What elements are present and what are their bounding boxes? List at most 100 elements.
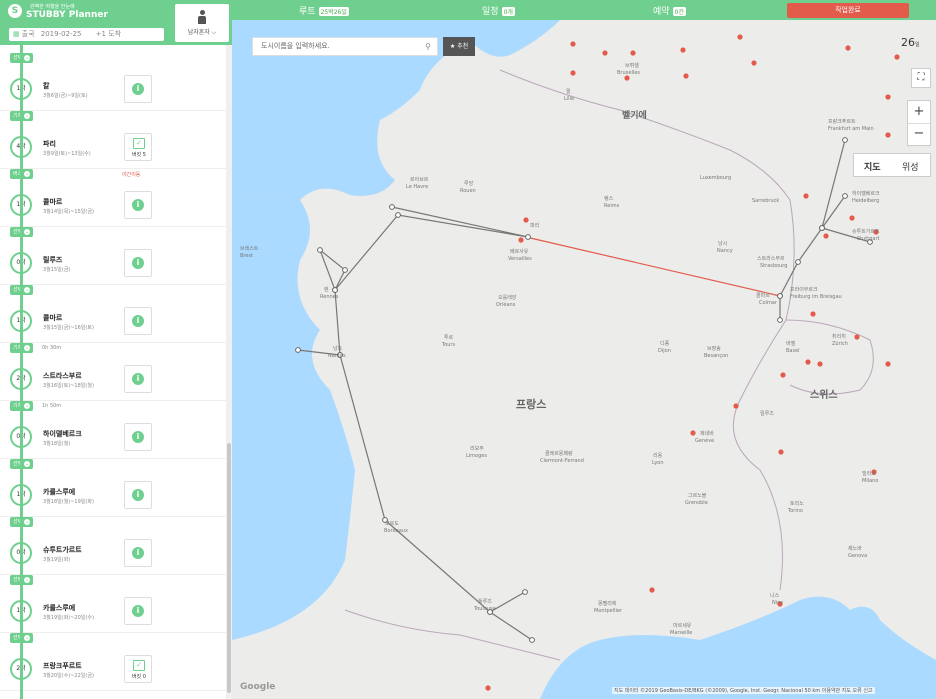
route-stop[interactable] — [842, 193, 848, 199]
city-marker[interactable] — [780, 372, 786, 378]
city-info-button[interactable]: i — [124, 307, 152, 335]
city-marker[interactable] — [823, 233, 829, 239]
route-stop[interactable] — [777, 317, 783, 323]
city-search-input[interactable]: 도시이름을 입력하세요. ⚲ — [252, 37, 438, 56]
city-marker[interactable] — [885, 132, 891, 138]
route-stop[interactable] — [332, 287, 338, 293]
route-stop[interactable] — [795, 259, 801, 265]
city-name[interactable]: 스트라스부르 — [43, 371, 82, 381]
tab-route[interactable]: 루트 25박26일 — [299, 4, 349, 17]
country-label-belgium: 벨기에 — [622, 111, 647, 121]
city-row[interactable]: 4박파리3월9일(토)~13일(수)버킷 5 — [0, 125, 226, 169]
city-marker[interactable] — [683, 73, 689, 79]
city-name[interactable]: 카를스루에 — [43, 603, 75, 613]
city-row[interactable]: 1박콜마르3월15일(금)~16일(토)i — [0, 299, 226, 343]
map-view[interactable]: 파리 베르사유 Versailles 스트라스부르 Strasbourg 콜마르 Colma… — [232, 20, 936, 699]
traveler-type-select[interactable]: 남자혼자 ⌵ — [175, 4, 229, 42]
city-marker[interactable] — [894, 54, 900, 60]
city-info-button[interactable]: i — [124, 597, 152, 625]
city-row[interactable]: 2박프랑크푸르트3월20일(수)~22일(금)버킷 0 — [0, 647, 226, 691]
city-name[interactable]: 프랑크푸르트 — [43, 661, 82, 671]
city-row[interactable]: 0박슈투트가르트3월19일(화)i — [0, 531, 226, 575]
city-marker[interactable] — [649, 587, 655, 593]
zoom-in-button[interactable]: + — [908, 101, 930, 124]
fullscreen-button[interactable]: ⛶ — [911, 68, 931, 88]
city-row[interactable]: 1박카를스루에3월19일(화)~20일(수)i — [0, 589, 226, 633]
route-stop[interactable] — [777, 293, 783, 299]
city-name[interactable]: 카를스루에 — [43, 487, 75, 497]
city-marker[interactable] — [803, 193, 809, 199]
city-name[interactable]: 파리 — [43, 139, 56, 149]
search-icon[interactable]: ⚲ — [425, 38, 431, 55]
bucket-button[interactable]: 버킷 5 — [124, 133, 152, 161]
finish-button[interactable]: 작업완료 — [787, 3, 909, 18]
map-copyright[interactable]: 지도 데이터 ©2019 GeoBasis-DE/BKG (©2009), Go… — [612, 687, 875, 694]
city-marker[interactable] — [737, 34, 743, 40]
city-name[interactable]: 콜마르 — [43, 197, 62, 207]
city-marker[interactable] — [849, 215, 855, 221]
city-row[interactable]: 0박릴루즈3월15일(금)i — [0, 241, 226, 285]
route-stop[interactable] — [529, 637, 535, 643]
scrollbar-thumb[interactable] — [227, 443, 231, 693]
city-info-button[interactable]: i — [124, 191, 152, 219]
route-stop[interactable] — [819, 225, 825, 231]
map-type-map[interactable]: 지도 — [864, 160, 881, 173]
map-type-satellite[interactable]: 위성 — [902, 160, 919, 173]
city-info-button[interactable]: i — [124, 481, 152, 509]
city-row[interactable]: 1박카를스루에3월18일(월)~19일(화)i — [0, 473, 226, 517]
city-name[interactable]: 칼 — [43, 81, 49, 91]
route-stop[interactable] — [389, 204, 395, 210]
city-info-button[interactable]: i — [124, 75, 152, 103]
city-info-button[interactable]: i — [124, 249, 152, 277]
route-stop[interactable] — [295, 347, 301, 353]
city-name[interactable]: 슈투트가르트 — [43, 545, 82, 555]
city-dates: 3월15일(금)~16일(토) — [43, 325, 94, 331]
city-info-button[interactable]: i — [124, 365, 152, 393]
city-marker[interactable] — [810, 311, 816, 317]
city-dates: 3월19일(화)~20일(수) — [43, 615, 94, 621]
departure-date-field[interactable]: ▦ 출국 2019-02-25 +1 도착 — [9, 28, 164, 41]
tab-schedule-badge: 0개 — [501, 7, 515, 16]
city-name[interactable]: 릴루즈 — [43, 255, 62, 265]
city-marker[interactable] — [778, 449, 784, 455]
city-row[interactable]: 0박하이델베르크3월18일(월)i — [0, 415, 226, 459]
city-marker[interactable] — [885, 94, 891, 100]
city-marker[interactable] — [817, 361, 823, 367]
zoom-out-button[interactable]: − — [908, 124, 930, 146]
map-place-label: 낭시 — [718, 241, 728, 247]
city-row[interactable]: 1박칼3월6일(금)~9일(토)i — [0, 67, 226, 111]
city-marker[interactable] — [845, 45, 851, 51]
city-marker[interactable] — [805, 359, 811, 365]
city-marker[interactable] — [570, 70, 576, 76]
route-stop[interactable] — [842, 137, 848, 143]
city-row[interactable]: 2박스트라스부르3월16일(토)~18일(월)i — [0, 357, 226, 401]
route-stop[interactable] — [395, 212, 401, 218]
city-marker[interactable] — [518, 237, 524, 243]
city-marker[interactable] — [570, 41, 576, 47]
map-place-label: 오를레앙 — [498, 295, 517, 301]
city-marker[interactable] — [602, 50, 608, 56]
city-info-button[interactable]: i — [124, 423, 152, 451]
city-info-button[interactable]: i — [124, 539, 152, 567]
city-name[interactable]: 하이델베르크 — [43, 429, 82, 439]
route-stop[interactable] — [317, 247, 323, 253]
city-marker[interactable] — [690, 430, 696, 436]
route-stop[interactable] — [522, 589, 528, 595]
city-marker[interactable] — [885, 361, 891, 367]
tab-reservation[interactable]: 예약 0건 — [653, 4, 686, 17]
route-stop[interactable] — [525, 234, 531, 240]
tab-schedule[interactable]: 일정 0개 — [482, 4, 515, 17]
city-marker[interactable] — [624, 75, 630, 81]
city-marker[interactable] — [680, 47, 686, 53]
city-row[interactable]: 1박콜마르3월14일(목)~15일(금)i — [0, 183, 226, 227]
city-marker[interactable] — [751, 60, 757, 66]
city-name[interactable]: 콜마르 — [43, 313, 62, 323]
city-marker[interactable] — [523, 217, 529, 223]
recommend-button[interactable]: ★ 추천 — [443, 37, 475, 56]
bucket-button[interactable]: 버킷 0 — [124, 655, 152, 683]
route-stop[interactable] — [342, 267, 348, 273]
city-marker[interactable] — [854, 334, 860, 340]
city-marker[interactable] — [733, 403, 739, 409]
city-marker[interactable] — [630, 50, 636, 56]
city-marker[interactable] — [485, 685, 491, 691]
